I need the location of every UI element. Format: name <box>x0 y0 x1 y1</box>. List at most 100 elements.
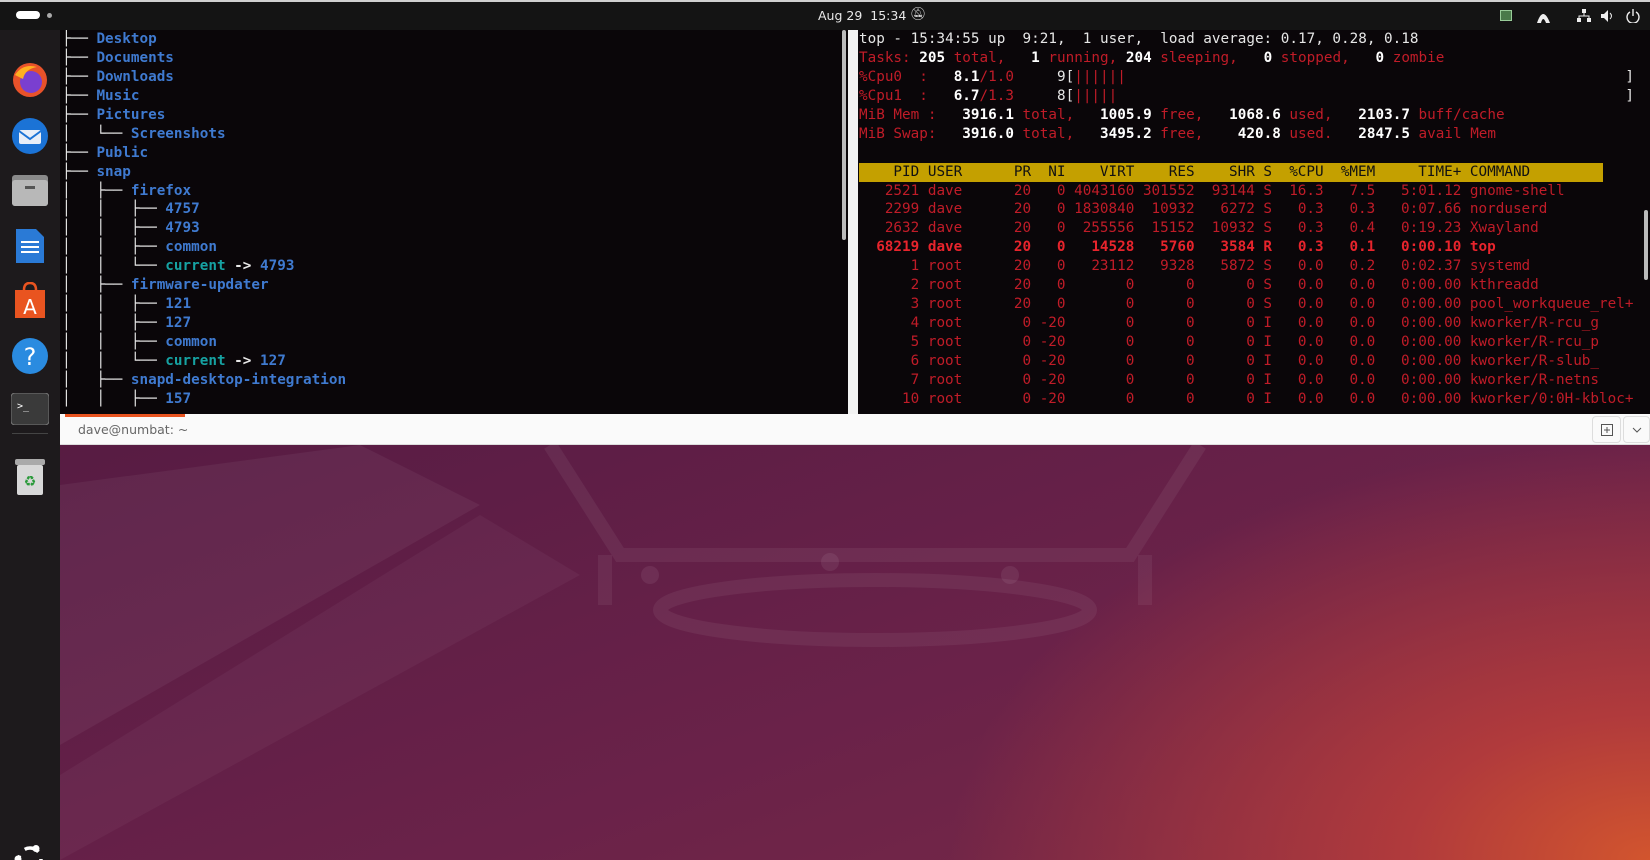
tree-line[interactable]: │ │ ├── 127 <box>62 314 848 333</box>
tree-branch: ├── <box>62 49 97 66</box>
vpn-icon[interactable] <box>1536 9 1551 23</box>
tree-line[interactable]: │ │ ├── common <box>62 333 848 352</box>
tree-line[interactable]: ├── Documents <box>62 49 848 68</box>
dock-terminal[interactable]: >_ <box>10 389 50 429</box>
svg-text:?: ? <box>24 343 37 371</box>
tree-branch: │ │ ├── <box>62 390 166 407</box>
tree-line[interactable]: │ │ └── current -> 127 <box>62 352 848 371</box>
dock-firefox[interactable] <box>10 60 50 100</box>
tree-line[interactable]: ├── Music <box>62 87 848 106</box>
summary-text: 1 <box>1031 49 1040 66</box>
tree-line[interactable]: │ ├── firefox <box>62 182 848 201</box>
dock-app-center[interactable]: A <box>10 281 50 321</box>
col-mem: 7.5 <box>1349 182 1376 199</box>
col-virt: 14528 <box>1091 239 1135 256</box>
top-pane[interactable]: top - 15:34:55 up 9:21, 1 user, load ave… <box>858 30 1650 414</box>
right-scrollbar[interactable] <box>1644 210 1648 280</box>
clock[interactable]: Aug 29 15:34 <box>818 8 906 23</box>
power-icon[interactable] <box>1626 8 1640 23</box>
col-shr: 0 <box>1246 277 1255 294</box>
summary-text: free, <box>1151 106 1230 123</box>
col-mem: %MEM <box>1340 163 1376 180</box>
col-cpu: 0.0 <box>1297 334 1324 350</box>
tree-line[interactable]: │ │ └── current -> 4793 <box>62 257 848 276</box>
tree-line[interactable]: ├── Desktop <box>62 30 848 49</box>
col-shr: 0 <box>1246 390 1255 407</box>
summary-text: /1.0 <box>979 68 1014 85</box>
col-s: S <box>1263 182 1273 199</box>
tree-line[interactable]: │ │ ├── common <box>62 238 848 257</box>
col-pid: 68219 <box>876 239 920 256</box>
process-row: 2521 dave 20 0 4043160 301552 93144 S 16.3 7.5 5:0… <box>859 182 1650 201</box>
terminal-window[interactable]: ├── Desktop ├── Documents ├── Downloads ├──… <box>60 30 1650 414</box>
symlink-arrow: -> <box>225 352 260 369</box>
help-icon: ? <box>12 338 48 374</box>
tree-directory: 127 <box>165 315 192 332</box>
col-user: dave <box>927 182 963 199</box>
top-summary-line: MiB Mem : 3916.1 total, 1005.9 free, 106… <box>859 106 1650 125</box>
tree-line[interactable]: │ └── Screenshots <box>62 125 848 144</box>
col-command: pool_workqueue_rel+ <box>1469 296 1634 313</box>
tray-indicator-icon[interactable] <box>1500 10 1512 21</box>
col-virt: 0 <box>1125 296 1135 313</box>
terminal-title[interactable]: dave@numbat: ~ <box>78 422 188 437</box>
tree-line[interactable]: ├── snap <box>62 163 848 182</box>
tree-directory: 157 <box>165 390 192 407</box>
tree-line[interactable]: │ ├── firmware-updater <box>62 276 848 295</box>
dock-files[interactable] <box>10 170 50 210</box>
new-tab-button[interactable] <box>1592 416 1621 443</box>
col-pid: 4 <box>910 315 920 332</box>
summary-text: top - 15:34:55 up 9:21, 1 user, load ave… <box>859 31 1419 47</box>
show-apps-button[interactable] <box>10 839 50 860</box>
top-summary-line: %Cpu0 : 8.1/1.0 9[||||||] <box>859 68 1650 87</box>
col-pid: 5 <box>910 334 920 350</box>
tree-directory: Desktop <box>96 31 157 47</box>
col-res: 10932 <box>1151 201 1195 218</box>
col-virt: 0 <box>1125 371 1135 388</box>
tree-line[interactable]: │ │ ├── 4793 <box>62 219 848 238</box>
col-pr: 20 <box>1013 277 1032 294</box>
tree-line[interactable]: │ │ ├── 4757 <box>62 200 848 219</box>
tree-branch: │ │ ├── <box>62 315 166 332</box>
tree-line[interactable]: │ ├── snapd-desktop-integration <box>62 371 848 390</box>
dock-writer[interactable] <box>10 226 50 266</box>
network-icon[interactable] <box>1577 9 1591 23</box>
col-pid: 7 <box>910 371 920 388</box>
dock-help[interactable]: ? <box>10 336 50 376</box>
col-s: I <box>1263 334 1273 350</box>
col-s: S <box>1263 163 1273 180</box>
col-virt: VIRT <box>1099 163 1135 180</box>
volume-icon[interactable] <box>1600 9 1614 23</box>
tree-line[interactable]: ├── Downloads <box>62 68 848 87</box>
col-virt: 0 <box>1125 352 1135 369</box>
col-s: S <box>1263 220 1273 237</box>
summary-text: total, <box>1013 106 1101 123</box>
tree-directory: 4793 <box>165 220 200 237</box>
col-virt: 23112 <box>1091 258 1135 275</box>
tree-line[interactable]: ├── Pictures <box>62 106 848 125</box>
tree-line[interactable]: │ │ ├── 157 <box>62 390 848 409</box>
clock-time: 15:34 <box>870 8 907 23</box>
col-ni: -20 <box>1039 371 1066 388</box>
col-command: kworker/0:0H-kbloc+ <box>1469 390 1634 407</box>
col-user: root <box>927 258 963 275</box>
pane-divider[interactable] <box>848 30 858 414</box>
dock-thunderbird[interactable] <box>10 116 50 156</box>
tree-branch: ├── <box>62 163 97 180</box>
left-scrollbar[interactable] <box>842 30 846 240</box>
menu-dropdown-button[interactable] <box>1623 416 1650 443</box>
activities-button[interactable] <box>16 11 40 19</box>
dock-separator <box>12 433 48 434</box>
tree-branch: │ │ ├── <box>62 334 166 350</box>
tree-line[interactable]: ├── Public <box>62 144 848 163</box>
col-pr: 0 <box>1022 390 1032 407</box>
process-row: 5 root 0 -20 0 0 0 I 0.0 0.0 0:00.00 kworker/R-rcu_… <box>859 333 1650 352</box>
summary-text: total, <box>1013 125 1101 142</box>
new-tab-icon <box>1600 423 1613 436</box>
tree-line[interactable]: │ │ ├── 121 <box>62 295 848 314</box>
col-shr: 0 <box>1246 352 1255 369</box>
tree-pane[interactable]: ├── Desktop ├── Documents ├── Downloads ├──… <box>60 30 848 414</box>
dock-trash[interactable]: ♻ <box>10 457 50 497</box>
col-virt: 4043160 <box>1074 182 1135 199</box>
workspace-indicator[interactable] <box>47 13 52 18</box>
